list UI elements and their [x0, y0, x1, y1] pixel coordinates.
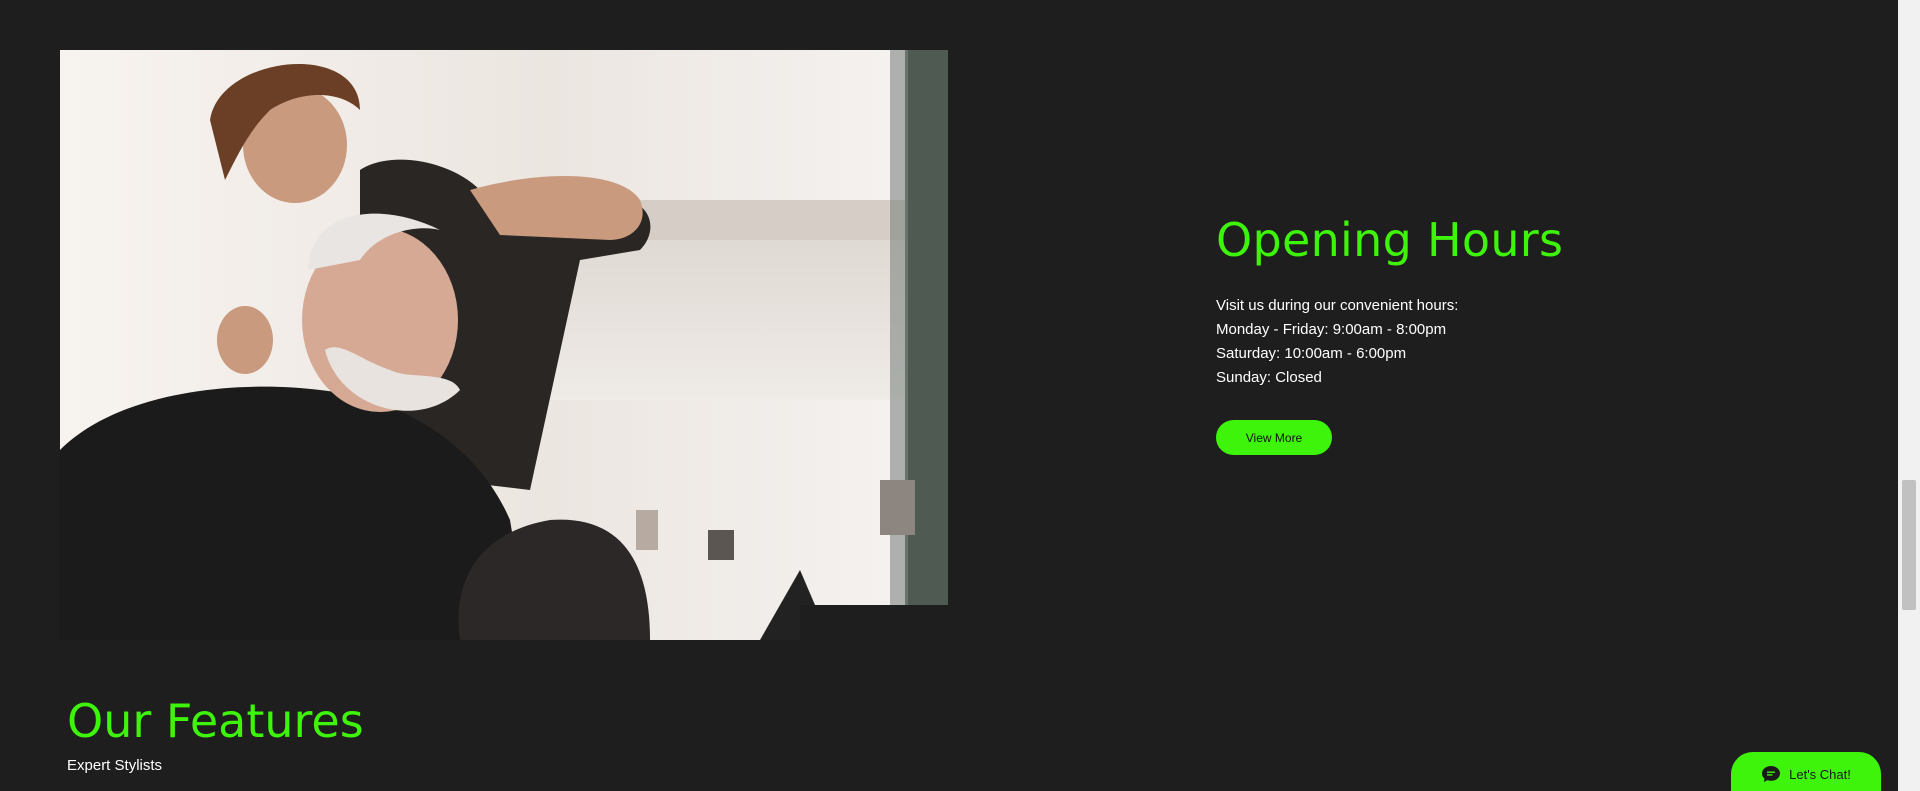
feature-item-expert-stylists: Expert Stylists [67, 757, 163, 774]
lets-chat-label: Let's Chat! [1789, 766, 1851, 782]
barber-photo-image [60, 50, 948, 640]
hours-saturday: Saturday: 10:00am - 6:00pm [1216, 345, 1407, 362]
view-more-button[interactable]: View More [1216, 420, 1332, 455]
opening-hours-title: Opening Hours [1216, 213, 1564, 267]
opening-hours-section: Opening Hours Visit us during our conven… [1216, 210, 1776, 455]
our-features-section: Our Features Expert Stylists [67, 690, 364, 776]
hours-intro: Visit us during our convenient hours: [1216, 297, 1459, 314]
page-scrollbar[interactable] [1898, 0, 1920, 791]
chat-bubble-icon [1761, 765, 1781, 783]
page: Opening Hours Visit us during our conven… [0, 0, 1920, 791]
lets-chat-button[interactable]: Let's Chat! [1731, 752, 1881, 791]
opening-hours-lines: Visit us during our convenient hours: Mo… [1216, 294, 1776, 390]
our-features-title: Our Features [67, 694, 364, 748]
scrollbar-thumb[interactable] [1902, 480, 1916, 610]
barber-photo [60, 50, 948, 640]
hours-weekdays: Monday - Friday: 9:00am - 8:00pm [1216, 321, 1447, 338]
hours-sunday: Sunday: Closed [1216, 369, 1322, 386]
